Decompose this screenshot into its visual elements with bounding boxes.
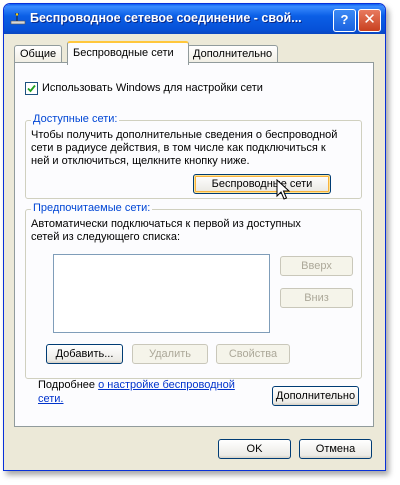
more-info-text: Подробнее о настройке беспроводной сети. (38, 378, 238, 406)
move-up-button[interactable]: Вверх (280, 256, 353, 276)
add-network-button[interactable]: Добавить... (46, 344, 123, 364)
preferred-networks-list[interactable] (53, 254, 270, 333)
network-connection-icon (10, 13, 26, 25)
available-networks-group: Доступные сети: Чтобы получить дополните… (25, 113, 362, 199)
tab-advanced[interactable]: Дополнительно (187, 45, 279, 63)
properties-window: Беспроводное сетевое соединение - свой..… (3, 3, 386, 471)
title-bar[interactable]: Беспроводное сетевое соединение - свой..… (4, 4, 385, 34)
advanced-settings-button[interactable]: Дополнительно (272, 386, 359, 406)
preferred-networks-group: Предпочитаемые сети: Автоматически подкл… (25, 202, 362, 379)
move-down-button[interactable]: Вниз (280, 288, 353, 308)
preferred-networks-description: Автоматически подключаться к первой из д… (31, 218, 301, 243)
help-button[interactable]: ? (333, 9, 356, 32)
tab-wireless-networks[interactable]: Беспроводные сети (67, 41, 189, 65)
wireless-setup-link-continued[interactable]: сети. (38, 393, 64, 405)
network-properties-button[interactable]: Свойства (216, 344, 290, 364)
close-button[interactable]: ✕ (358, 9, 381, 32)
more-info-prefix: Подробнее (38, 379, 99, 391)
close-icon: ✕ (363, 11, 376, 28)
remove-network-button[interactable]: Удалить (132, 344, 208, 364)
mouse-cursor-icon (276, 179, 290, 200)
window-title: Беспроводное сетевое соединение - свой..… (30, 11, 302, 25)
preferred-networks-title: Предпочитаемые сети: (31, 202, 153, 214)
available-networks-title: Доступные сети: (31, 113, 120, 125)
use-windows-checkbox[interactable] (25, 82, 38, 95)
checkmark-icon (27, 84, 36, 93)
cancel-button[interactable]: Отмена (299, 439, 372, 459)
available-networks-description: Чтобы получить дополнительные сведения о… (31, 129, 338, 167)
tab-general[interactable]: Общие (14, 45, 63, 63)
ok-button[interactable]: OK (218, 439, 291, 459)
wireless-networks-panel: Использовать Windows для настройки сети … (14, 62, 374, 427)
use-windows-label: Использовать Windows для настройки сети (42, 82, 263, 94)
wireless-setup-link[interactable]: о настройке беспроводной (98, 379, 235, 391)
wireless-networks-button[interactable]: Беспроводные сети (193, 174, 331, 194)
